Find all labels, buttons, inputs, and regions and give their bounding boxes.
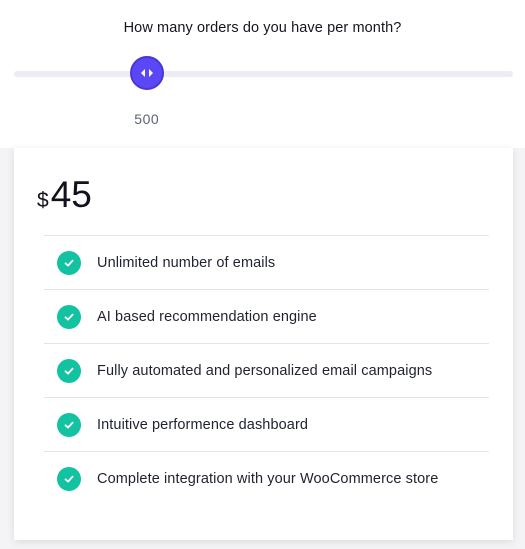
check-circle-icon — [57, 304, 81, 329]
check-circle-icon — [57, 250, 81, 275]
slider-question: How many orders do you have per month? — [123, 20, 402, 36]
feature-item: Complete integration with your WooCommer… — [44, 451, 489, 505]
slider-handle[interactable] — [129, 56, 164, 90]
check-circle-icon — [57, 466, 81, 491]
feature-item: Unlimited number of emails — [44, 235, 489, 289]
feature-item: Fully automated and personalized email c… — [44, 343, 489, 397]
slider-track[interactable] — [14, 71, 513, 77]
pricing-card: $ 45 Unlimited number of emails AI based… — [14, 148, 513, 540]
feature-item: AI based recommendation engine — [44, 289, 489, 343]
feature-label: Intuitive performence dashboard — [97, 416, 309, 433]
feature-list: Unlimited number of emails AI based reco… — [44, 235, 489, 505]
price-amount: 45 — [50, 174, 92, 215]
drag-arrows-icon — [140, 69, 153, 77]
feature-label: AI based recommendation engine — [97, 308, 317, 325]
order-slider-section: How many orders do you have per month? 5… — [0, 0, 525, 148]
feature-label: Fully automated and personalized email c… — [97, 362, 433, 379]
price-currency: $ — [37, 189, 49, 212]
feature-label: Unlimited number of emails — [97, 254, 276, 271]
check-circle-icon — [57, 412, 81, 437]
feature-label: Complete integration with your WooCommer… — [97, 470, 439, 487]
price: $ 45 — [37, 174, 92, 216]
check-circle-icon — [57, 358, 81, 383]
feature-item: Intuitive performence dashboard — [44, 397, 489, 451]
slider-value: 500 — [134, 111, 160, 127]
slider-fill — [14, 71, 147, 77]
